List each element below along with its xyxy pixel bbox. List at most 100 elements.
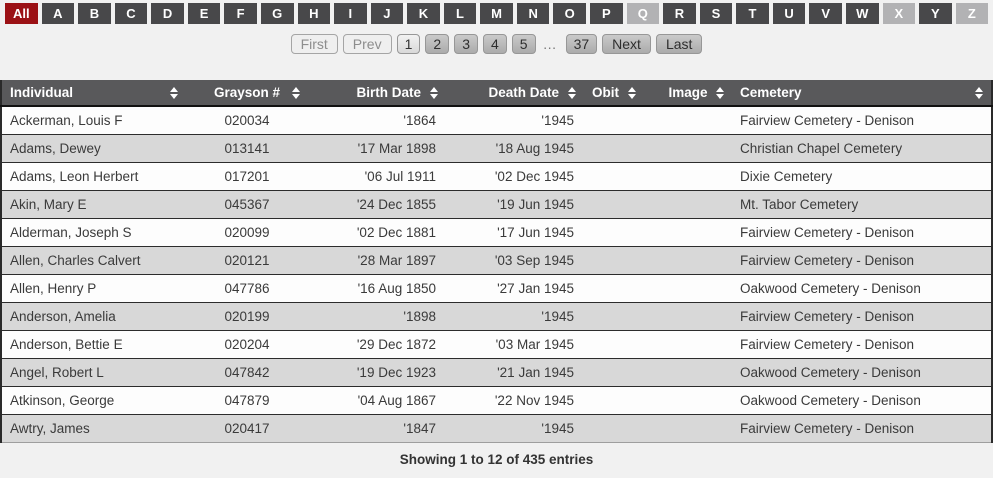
table-row: Adams, Leon Herbert 017201 '06 Jul 1911 …	[1, 163, 992, 191]
alphabet-button-c[interactable]: C	[115, 3, 148, 24]
page-button-3[interactable]: 3	[454, 34, 478, 54]
alphabet-button-d[interactable]: D	[151, 3, 184, 24]
cell-death-date: '1945	[446, 106, 584, 135]
alphabet-button-n[interactable]: N	[517, 3, 550, 24]
cell-cemetery: Christian Chapel Cemetery	[732, 135, 992, 163]
cell-death-date: '17 Jun 1945	[446, 219, 584, 247]
cell-grayson: 020099	[186, 219, 308, 247]
alphabet-button-k[interactable]: K	[407, 3, 440, 24]
cell-death-date: '02 Dec 1945	[446, 163, 584, 191]
alphabet-button-z: Z	[956, 3, 989, 24]
column-header-birth-date[interactable]: Birth Date	[308, 80, 446, 106]
alphabet-button-u[interactable]: U	[773, 3, 806, 24]
alphabet-button-l[interactable]: L	[444, 3, 477, 24]
alphabet-button-w[interactable]: W	[846, 3, 879, 24]
cell-individual: Ackerman, Louis F	[1, 106, 186, 135]
next-page-button[interactable]: Next	[602, 34, 651, 54]
cell-image	[644, 191, 732, 219]
table-row: Allen, Charles Calvert 020121 '28 Mar 18…	[1, 247, 992, 275]
column-header-obit[interactable]: Obit	[584, 80, 644, 106]
alphabet-button-q: Q	[627, 3, 660, 24]
sort-icon	[292, 87, 300, 99]
cell-death-date: '1945	[446, 303, 584, 331]
cell-image	[644, 163, 732, 191]
alphabet-button-v[interactable]: V	[809, 3, 842, 24]
sort-icon	[975, 87, 983, 99]
last-page-button[interactable]: Last	[656, 34, 702, 54]
cell-death-date: '22 Nov 1945	[446, 387, 584, 415]
page-button-5[interactable]: 5	[512, 34, 536, 54]
cell-birth-date: '17 Mar 1898	[308, 135, 446, 163]
cell-death-date: '03 Sep 1945	[446, 247, 584, 275]
pagination: First Prev 1 2 3 4 5 … 37 Next Last	[0, 34, 993, 54]
cell-individual: Allen, Henry P	[1, 275, 186, 303]
sort-icon	[430, 87, 438, 99]
page-button-2[interactable]: 2	[425, 34, 449, 54]
cell-grayson: 047842	[186, 359, 308, 387]
column-header-cemetery[interactable]: Cemetery	[732, 80, 992, 106]
cell-obit	[584, 219, 644, 247]
cell-birth-date: '16 Aug 1850	[308, 275, 446, 303]
cell-cemetery: Fairview Cemetery - Denison	[732, 303, 992, 331]
cell-death-date: '27 Jan 1945	[446, 275, 584, 303]
cell-cemetery: Fairview Cemetery - Denison	[732, 219, 992, 247]
cell-obit	[584, 387, 644, 415]
alphabet-button-y[interactable]: Y	[919, 3, 952, 24]
alphabet-button-i[interactable]: I	[334, 3, 367, 24]
cell-obit	[584, 275, 644, 303]
alphabet-button-m[interactable]: M	[480, 3, 513, 24]
cell-birth-date: '28 Mar 1897	[308, 247, 446, 275]
alphabet-button-p[interactable]: P	[590, 3, 623, 24]
page-ellipsis: …	[541, 36, 561, 52]
table-row: Anderson, Amelia 020199 '1898 '1945 Fair…	[1, 303, 992, 331]
cell-individual: Anderson, Bettie E	[1, 331, 186, 359]
alphabet-button-r[interactable]: R	[663, 3, 696, 24]
cell-image	[644, 387, 732, 415]
cell-individual: Allen, Charles Calvert	[1, 247, 186, 275]
cell-image	[644, 247, 732, 275]
cell-cemetery: Mt. Tabor Cemetery	[732, 191, 992, 219]
alphabet-button-o[interactable]: O	[553, 3, 586, 24]
alphabet-button-j[interactable]: J	[371, 3, 404, 24]
alphabet-button-e[interactable]: E	[188, 3, 221, 24]
cell-death-date: '18 Aug 1945	[446, 135, 584, 163]
cell-image	[644, 331, 732, 359]
cell-grayson: 047786	[186, 275, 308, 303]
table-row: Angel, Robert L 047842 '19 Dec 1923 '21 …	[1, 359, 992, 387]
alphabet-button-all[interactable]: All	[5, 3, 38, 24]
cell-obit	[584, 359, 644, 387]
cell-obit	[584, 106, 644, 135]
alphabet-button-f[interactable]: F	[224, 3, 257, 24]
column-header-grayson[interactable]: Grayson #	[186, 80, 308, 106]
column-header-death-date[interactable]: Death Date	[446, 80, 584, 106]
alphabet-button-t[interactable]: T	[736, 3, 769, 24]
alphabet-button-b[interactable]: B	[78, 3, 111, 24]
alphabet-button-h[interactable]: H	[298, 3, 331, 24]
cell-cemetery: Fairview Cemetery - Denison	[732, 415, 992, 443]
alphabet-button-a[interactable]: A	[42, 3, 75, 24]
cell-image	[644, 219, 732, 247]
column-header-individual[interactable]: Individual	[1, 80, 186, 106]
cell-individual: Alderman, Joseph S	[1, 219, 186, 247]
cell-grayson: 045367	[186, 191, 308, 219]
cell-obit	[584, 135, 644, 163]
cell-individual: Anderson, Amelia	[1, 303, 186, 331]
cell-birth-date: '1898	[308, 303, 446, 331]
column-label: Individual	[10, 85, 73, 100]
sort-icon	[628, 87, 636, 99]
cell-image	[644, 359, 732, 387]
table-row: Alderman, Joseph S 020099 '02 Dec 1881 '…	[1, 219, 992, 247]
cell-obit	[584, 163, 644, 191]
cell-cemetery: Dixie Cemetery	[732, 163, 992, 191]
alphabet-button-s[interactable]: S	[700, 3, 733, 24]
page-button-4[interactable]: 4	[483, 34, 507, 54]
column-label: Death Date	[488, 85, 559, 100]
cell-birth-date: '02 Dec 1881	[308, 219, 446, 247]
page-button-1[interactable]: 1	[397, 34, 421, 54]
alphabet-button-g[interactable]: G	[261, 3, 294, 24]
page-button-37[interactable]: 37	[566, 34, 598, 54]
column-header-image[interactable]: Image	[644, 80, 732, 106]
column-label: Obit	[592, 85, 619, 100]
cell-individual: Adams, Leon Herbert	[1, 163, 186, 191]
cell-birth-date: '1864	[308, 106, 446, 135]
